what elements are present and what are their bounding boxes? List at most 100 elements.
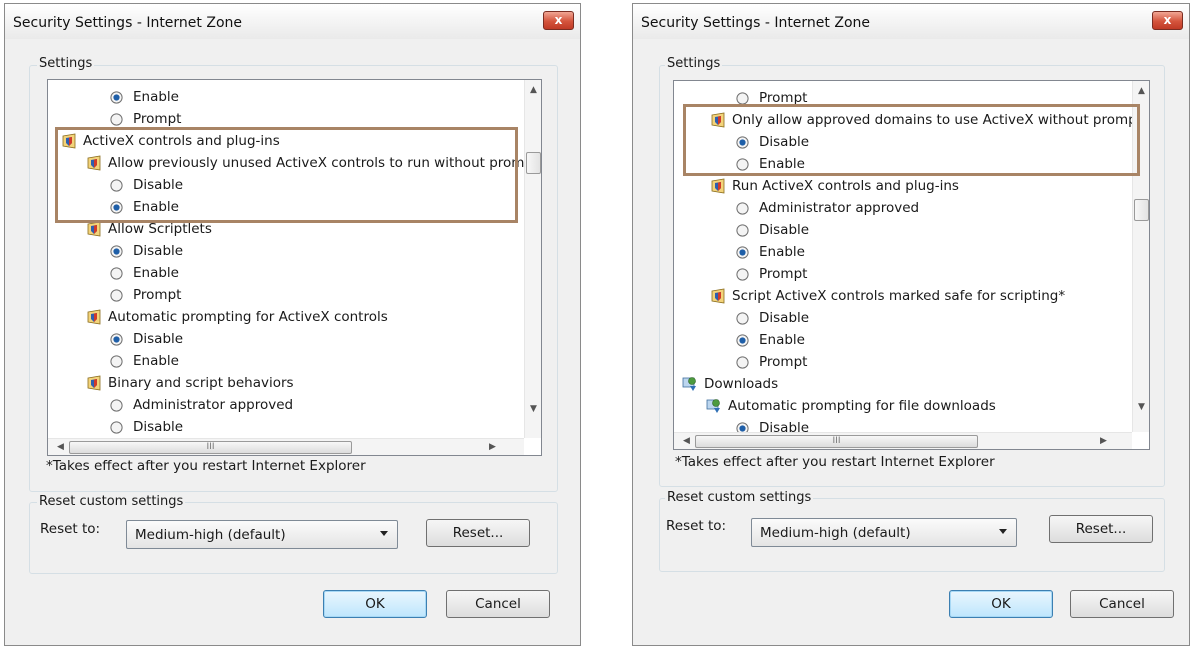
radio-button-checked[interactable] bbox=[110, 332, 123, 346]
reset-to-label: Reset to: bbox=[666, 518, 727, 534]
scroll-up-arrow-icon[interactable]: ▲ bbox=[1133, 83, 1149, 100]
reset-legend: Reset custom settings bbox=[37, 494, 186, 509]
scroll-left-arrow-icon[interactable]: ◀ bbox=[678, 433, 695, 449]
setting-category-label: Downloads bbox=[704, 376, 779, 392]
setting-subcategory: Run ActiveX controls and plug-ins bbox=[710, 175, 959, 197]
setting-option-label: Prompt bbox=[133, 111, 182, 127]
horizontal-scrollbar[interactable]: ◀ III ▶ bbox=[674, 432, 1132, 449]
chevron-down-icon bbox=[380, 531, 388, 536]
radio-button-checked[interactable] bbox=[736, 333, 749, 347]
radio-button[interactable] bbox=[736, 355, 749, 369]
close-button[interactable]: x bbox=[543, 11, 574, 30]
title-bar: Security Settings - Internet Zone x bbox=[5, 4, 580, 39]
close-button[interactable]: x bbox=[1152, 11, 1183, 30]
setting-subcategory: Allow Scriptlets bbox=[86, 218, 212, 240]
radio-button[interactable] bbox=[110, 112, 123, 126]
radio-button[interactable] bbox=[110, 266, 123, 280]
setting-subcategory-label: Allow Scriptlets bbox=[108, 221, 212, 237]
setting-option[interactable]: Disable bbox=[736, 417, 809, 432]
setting-option-label: Prompt bbox=[759, 266, 808, 282]
scroll-down-arrow-icon[interactable]: ▼ bbox=[525, 401, 541, 418]
setting-option[interactable]: Enable bbox=[110, 196, 179, 218]
radio-button-checked[interactable] bbox=[110, 90, 123, 104]
horizontal-scroll-thumb[interactable]: III bbox=[695, 435, 978, 448]
settings-tree-list[interactable]: Enable Prompt ActiveX controls and plug-… bbox=[47, 79, 542, 456]
setting-option[interactable]: Enable bbox=[110, 350, 179, 372]
ok-button[interactable]: OK bbox=[323, 590, 427, 618]
scroll-right-arrow-icon[interactable]: ▶ bbox=[1095, 433, 1112, 449]
setting-subcategory: Script ActiveX controls marked safe for … bbox=[710, 285, 1065, 307]
setting-option[interactable]: Enable bbox=[110, 262, 179, 284]
radio-button-checked[interactable] bbox=[736, 245, 749, 259]
vertical-scroll-thumb[interactable] bbox=[1134, 199, 1149, 221]
reset-button[interactable]: Reset... bbox=[426, 519, 530, 547]
horizontal-scroll-thumb[interactable]: III bbox=[69, 441, 352, 454]
settings-tree-list[interactable]: Prompt Only allow approved domains to us… bbox=[673, 80, 1150, 450]
reset-level-select[interactable]: Medium-high (default) bbox=[126, 520, 398, 549]
setting-option[interactable]: Prompt bbox=[736, 351, 807, 373]
setting-option[interactable]: Enable bbox=[736, 241, 805, 263]
scroll-right-arrow-icon[interactable]: ▶ bbox=[484, 439, 501, 455]
security-settings-dialog-right: Security Settings - Internet Zone x Sett… bbox=[632, 3, 1190, 646]
setting-option[interactable]: Prompt bbox=[736, 87, 807, 109]
setting-option-label: Enable bbox=[759, 244, 805, 260]
radio-button[interactable] bbox=[736, 223, 749, 237]
radio-button[interactable] bbox=[736, 267, 749, 281]
setting-option[interactable]: Disable bbox=[110, 328, 183, 350]
settings-tree-viewport: Prompt Only allow approved domains to us… bbox=[674, 81, 1132, 432]
setting-option-label: Disable bbox=[759, 222, 810, 238]
setting-option[interactable]: Prompt bbox=[110, 284, 181, 306]
setting-subcategory: Allow previously unused ActiveX controls… bbox=[86, 152, 524, 174]
cancel-button[interactable]: Cancel bbox=[1070, 590, 1174, 618]
radio-button[interactable] bbox=[736, 91, 749, 105]
restart-note: *Takes effect after you restart Internet… bbox=[675, 454, 995, 470]
setting-option[interactable]: Prompt bbox=[736, 263, 807, 285]
setting-option[interactable]: Disable bbox=[736, 219, 809, 241]
shield-icon bbox=[86, 375, 102, 391]
radio-button-checked[interactable] bbox=[110, 244, 123, 258]
setting-option[interactable]: Disable bbox=[110, 240, 183, 262]
shield-icon bbox=[710, 112, 726, 128]
radio-button[interactable] bbox=[110, 178, 123, 192]
vertical-scrollbar[interactable]: ▲ ▼ bbox=[1132, 81, 1149, 432]
dialog-title: Security Settings - Internet Zone bbox=[641, 15, 870, 31]
reset-level-value: Medium-high (default) bbox=[135, 527, 286, 543]
radio-button[interactable] bbox=[110, 354, 123, 368]
radio-button-checked[interactable] bbox=[110, 200, 123, 214]
radio-button[interactable] bbox=[736, 311, 749, 325]
reset-level-select[interactable]: Medium-high (default) bbox=[751, 518, 1017, 547]
scroll-down-arrow-icon[interactable]: ▼ bbox=[1133, 399, 1149, 416]
setting-option[interactable]: Prompt bbox=[110, 108, 181, 130]
setting-subcategory-label: Only allow approved domains to use Activ… bbox=[732, 112, 1132, 128]
vertical-scrollbar[interactable]: ▲ ▼ bbox=[524, 80, 541, 438]
setting-subcategory-label: Binary and script behaviors bbox=[108, 375, 294, 391]
reset-button[interactable]: Reset... bbox=[1049, 515, 1153, 543]
cancel-button[interactable]: Cancel bbox=[446, 590, 550, 618]
setting-option[interactable]: Enable bbox=[736, 153, 805, 175]
setting-option[interactable]: Administrator approved bbox=[736, 197, 919, 219]
radio-button-checked[interactable] bbox=[736, 135, 749, 149]
radio-button[interactable] bbox=[110, 420, 123, 434]
radio-button-checked[interactable] bbox=[736, 421, 749, 433]
setting-option[interactable]: Disable bbox=[110, 174, 183, 196]
ok-button[interactable]: OK bbox=[949, 590, 1053, 618]
setting-option[interactable]: Disable bbox=[110, 416, 183, 438]
setting-option[interactable]: Administrator approved bbox=[110, 394, 293, 416]
setting-option[interactable]: Enable bbox=[736, 329, 805, 351]
scroll-left-arrow-icon[interactable]: ◀ bbox=[52, 439, 69, 455]
scroll-up-arrow-icon[interactable]: ▲ bbox=[525, 82, 541, 99]
setting-option-label: Enable bbox=[133, 199, 179, 215]
settings-legend: Settings bbox=[37, 56, 95, 71]
radio-button[interactable] bbox=[736, 201, 749, 215]
horizontal-scrollbar[interactable]: ◀ III ▶ bbox=[48, 438, 524, 455]
vertical-scroll-thumb[interactable] bbox=[526, 152, 541, 174]
setting-option[interactable]: Disable bbox=[736, 131, 809, 153]
radio-button[interactable] bbox=[110, 288, 123, 302]
setting-option[interactable]: Disable bbox=[736, 307, 809, 329]
setting-option[interactable]: Enable bbox=[110, 86, 179, 108]
setting-subcategory-label: Allow previously unused ActiveX controls… bbox=[108, 155, 524, 171]
setting-subcategory-label: Script ActiveX controls marked safe for … bbox=[732, 288, 1066, 304]
setting-category-label: ActiveX controls and plug-ins bbox=[83, 133, 280, 149]
radio-button[interactable] bbox=[736, 157, 749, 171]
radio-button[interactable] bbox=[110, 398, 123, 412]
